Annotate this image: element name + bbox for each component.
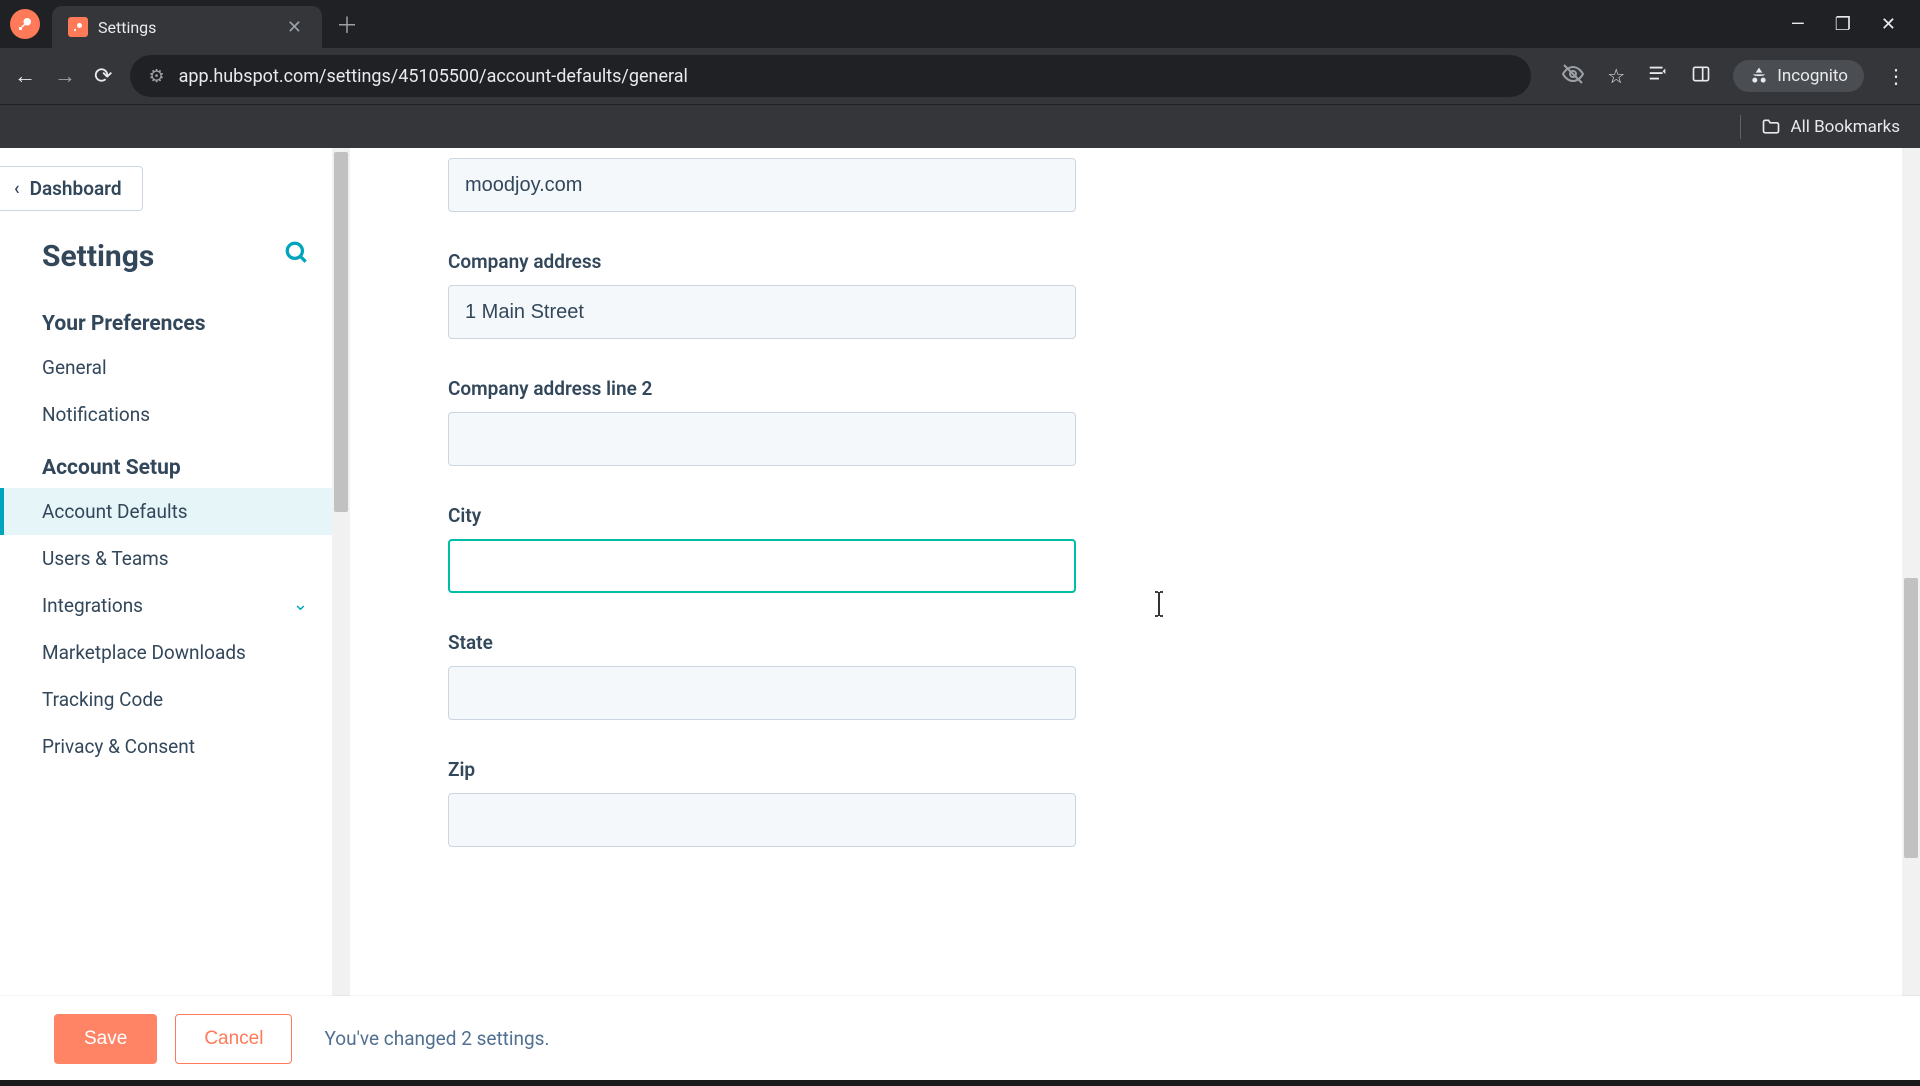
side-panel-icon[interactable] xyxy=(1691,64,1711,89)
incognito-icon xyxy=(1749,66,1769,86)
city-input[interactable] xyxy=(448,539,1076,593)
app-root: ‹ Dashboard Settings Your Preferences Ge… xyxy=(0,148,1920,1080)
sidebar-item-general[interactable]: General xyxy=(0,344,350,391)
os-taskbar xyxy=(0,1080,1920,1086)
incognito-label: Incognito xyxy=(1777,66,1848,86)
state-input[interactable] xyxy=(448,666,1076,720)
sidebar-item-account-defaults[interactable]: Account Defaults xyxy=(0,488,350,535)
settings-title: Settings xyxy=(42,239,154,274)
hubspot-logo-icon xyxy=(10,9,40,39)
reading-list-icon[interactable] xyxy=(1647,63,1669,90)
main-content: Company address Company address line 2 C… xyxy=(350,148,1920,1080)
tab-close-icon[interactable]: ✕ xyxy=(283,17,306,38)
company-domain-input[interactable] xyxy=(448,158,1076,212)
city-label: City xyxy=(448,504,1860,527)
field-company-domain xyxy=(448,158,1860,212)
field-company-address-2: Company address line 2 xyxy=(448,377,1860,466)
window-controls: ― ❐ ✕ xyxy=(1791,14,1910,35)
company-form: Company address Company address line 2 C… xyxy=(350,158,1920,1005)
back-icon[interactable]: ← xyxy=(14,63,36,89)
section-your-preferences: Your Preferences xyxy=(0,294,350,344)
save-footer-bar: Save Cancel You've changed 2 settings. xyxy=(0,996,1920,1080)
site-settings-icon[interactable]: ⚙ xyxy=(148,66,164,87)
main-scrollbar[interactable] xyxy=(1902,148,1920,1080)
incognito-badge[interactable]: Incognito xyxy=(1733,60,1864,92)
settings-sidebar: ‹ Dashboard Settings Your Preferences Ge… xyxy=(0,148,350,1080)
folder-icon xyxy=(1761,117,1781,137)
tab-title: Settings xyxy=(98,18,283,37)
maximize-icon[interactable]: ❐ xyxy=(1835,14,1851,35)
main-scroll-thumb[interactable] xyxy=(1904,578,1918,858)
field-state: State xyxy=(448,631,1860,720)
bookmark-star-icon[interactable]: ☆ xyxy=(1607,64,1625,88)
sidebar-scroll-thumb[interactable] xyxy=(334,152,348,512)
integrations-label: Integrations xyxy=(42,594,143,617)
company-address2-label: Company address line 2 xyxy=(448,377,1860,400)
close-window-icon[interactable]: ✕ xyxy=(1881,14,1896,35)
eye-off-icon[interactable] xyxy=(1561,62,1585,91)
field-zip: Zip xyxy=(448,758,1860,847)
reload-icon[interactable]: ⟳ xyxy=(94,64,112,89)
sidebar-item-marketplace-downloads[interactable]: Marketplace Downloads xyxy=(0,629,350,676)
bookmark-divider xyxy=(1740,115,1741,139)
save-button[interactable]: Save xyxy=(54,1014,157,1064)
field-city: City xyxy=(448,504,1860,593)
browser-chrome: Settings ✕ ＋ ― ❐ ✕ ← → ⟳ ⚙ app.hubspot.c… xyxy=(0,0,1920,148)
company-address2-input[interactable] xyxy=(448,412,1076,466)
company-address-label: Company address xyxy=(448,250,1860,273)
back-to-dashboard-button[interactable]: ‹ Dashboard xyxy=(0,166,143,211)
section-account-setup: Account Setup xyxy=(0,438,350,488)
kebab-menu-icon[interactable]: ⋮ xyxy=(1886,64,1906,88)
company-address-input[interactable] xyxy=(448,285,1076,339)
sidebar-item-users-teams[interactable]: Users & Teams xyxy=(0,535,350,582)
changes-message: You've changed 2 settings. xyxy=(324,1027,549,1050)
zip-label: Zip xyxy=(448,758,1860,781)
zip-input[interactable] xyxy=(448,793,1076,847)
sidebar-item-notifications[interactable]: Notifications xyxy=(0,391,350,438)
forward-icon[interactable]: → xyxy=(54,63,76,89)
chevron-down-icon: ⌄ xyxy=(293,594,308,615)
browser-tab[interactable]: Settings ✕ xyxy=(52,6,322,48)
back-label: Dashboard xyxy=(30,177,122,200)
state-label: State xyxy=(448,631,1860,654)
url-text: app.hubspot.com/settings/45105500/accoun… xyxy=(179,66,688,87)
address-bar[interactable]: ⚙ app.hubspot.com/settings/45105500/acco… xyxy=(130,55,1531,97)
chevron-left-icon: ‹ xyxy=(14,178,20,199)
bookmark-bar: All Bookmarks xyxy=(0,104,1920,148)
sidebar-scrollbar[interactable]: ▴ ▾ xyxy=(332,148,350,1080)
search-icon[interactable] xyxy=(284,240,310,273)
cancel-button[interactable]: Cancel xyxy=(175,1014,292,1064)
sidebar-item-tracking-code[interactable]: Tracking Code xyxy=(0,676,350,723)
all-bookmarks-label: All Bookmarks xyxy=(1791,117,1900,137)
browser-toolbar: ← → ⟳ ⚙ app.hubspot.com/settings/4510550… xyxy=(0,48,1920,104)
new-tab-button[interactable]: ＋ xyxy=(336,8,358,40)
tab-favicon-icon xyxy=(68,17,88,37)
tab-strip: Settings ✕ ＋ ― ❐ ✕ xyxy=(0,0,1920,48)
sidebar-item-integrations[interactable]: Integrations ⌄ xyxy=(0,582,350,629)
all-bookmarks-button[interactable]: All Bookmarks xyxy=(1761,117,1900,137)
field-company-address: Company address xyxy=(448,250,1860,339)
minimize-icon[interactable]: ― xyxy=(1791,14,1805,35)
sidebar-item-privacy-consent[interactable]: Privacy & Consent xyxy=(0,723,350,770)
